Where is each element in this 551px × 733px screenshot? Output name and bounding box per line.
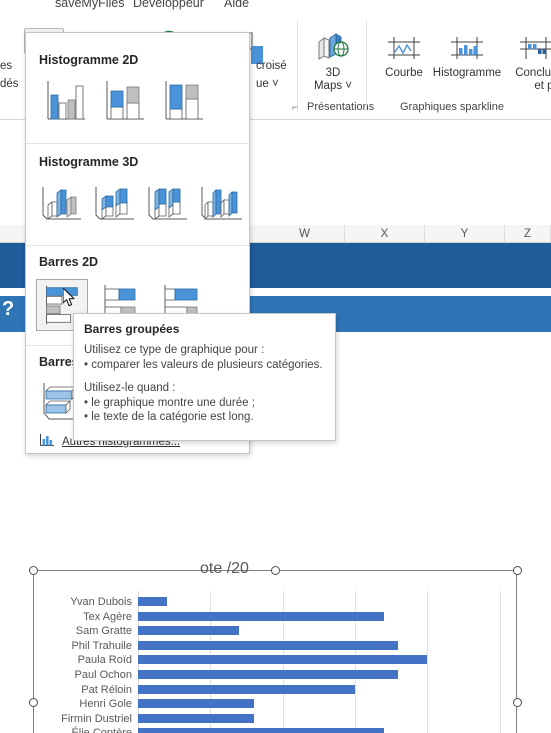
- group-title-sparklines: Graphiques sparkline: [400, 101, 504, 113]
- gallery-thumb-histogramme-3d-empile[interactable]: [88, 177, 140, 229]
- chart-title[interactable]: ote /20: [200, 560, 249, 578]
- tooltip-line-4: Utilisez-le quand :: [84, 382, 176, 394]
- gallery-thumb-histogramme-2d-groupe[interactable]: [39, 75, 91, 127]
- chart-bar[interactable]: [138, 597, 167, 606]
- chart-bar[interactable]: [138, 655, 428, 665]
- sparkline-column-icon: [448, 37, 486, 66]
- sparkline-winloss-icon: [517, 37, 551, 66]
- chart-handle-middle-right[interactable]: [513, 698, 522, 707]
- 3d-maps-icon: [311, 33, 355, 66]
- truncated-label-es: es: [0, 60, 13, 72]
- mouse-cursor-icon: [62, 287, 77, 313]
- tooltip-title: Barres groupées: [84, 322, 180, 336]
- truncated-label-croise: croisé: [256, 60, 287, 72]
- chart-category-label: Tex Agère: [83, 610, 132, 623]
- chart-category-label: Henri Gole: [79, 698, 132, 711]
- chart-handle-top-center[interactable]: [271, 566, 280, 575]
- gallery-section-title-histogramme-3d: Histogramme 3D: [39, 155, 139, 169]
- chart-bar-row[interactable]: Firmin Dustriel: [61, 712, 514, 726]
- column-header-x[interactable]: X: [345, 225, 425, 243]
- sparkline-line-label: Courbe: [385, 67, 423, 79]
- question-mark-cell-text: ?: [2, 298, 15, 320]
- column-header-z[interactable]: Z: [505, 225, 551, 243]
- sparkline-column-label: Histogramme: [432, 67, 502, 79]
- gallery-thumb-histogramme-2d-empile[interactable]: [98, 75, 150, 127]
- tooltip-spacer: [84, 372, 325, 381]
- truncated-label-ue[interactable]: ue ˅: [256, 78, 279, 90]
- sparkline-line-button[interactable]: Courbe: [373, 34, 435, 80]
- 3d-maps-label-line1: 3D: [325, 67, 341, 79]
- sparkline-winloss-button[interactable]: Conclus et pert: [505, 34, 551, 93]
- chart-bar-row[interactable]: Sam Gratte: [76, 624, 514, 638]
- chart-category-label: Sam Gratte: [75, 625, 132, 638]
- truncated-label-des: dés: [0, 78, 19, 90]
- ribbon-tab-savemyfiles[interactable]: saveMyFiles: [55, 0, 124, 10]
- gallery-thumb-histogramme-3d-empile-100[interactable]: [141, 177, 193, 229]
- chart-bar[interactable]: [138, 699, 254, 709]
- chart-bar[interactable]: [138, 626, 240, 636]
- chart-bar[interactable]: [138, 640, 399, 650]
- chart-bar-row[interactable]: Phil Trahuile: [71, 639, 514, 653]
- sparkline-winloss-label-line1: Conclus: [515, 67, 551, 79]
- column-header-y[interactable]: Y: [425, 225, 505, 243]
- gallery-thumb-histogramme-3d-groupe[interactable]: [35, 177, 87, 229]
- chart-bar[interactable]: [138, 684, 355, 694]
- chart-category-label: Paul Ochon: [74, 669, 132, 681]
- tooltip-line-1: Utilisez ce type de graphique pour :: [84, 344, 265, 356]
- histogram-icon: [39, 433, 55, 450]
- ribbon-tab-developpeur[interactable]: Développeur: [133, 0, 204, 10]
- chart-bar-row[interactable]: Tex Agère: [83, 610, 514, 624]
- chart-bar[interactable]: [138, 713, 254, 723]
- chart-bar-row[interactable]: Paul Ochon: [75, 668, 514, 682]
- chart-category-label: Yvan Dubois: [70, 596, 132, 608]
- chart-bar-row[interactable]: Yvan Dubois: [70, 595, 514, 609]
- chart-bar-row[interactable]: Henri Gole: [79, 697, 514, 711]
- gallery-thumb-histogramme-3d-3d[interactable]: [194, 177, 246, 229]
- chart-plot-area: Yvan Dubois Tex Agère Sam Gratte Phil Trahu…: [34, 591, 518, 733]
- sparkline-winloss-label-line2: et pert: [534, 80, 551, 92]
- sparkline-line-icon: [385, 37, 423, 66]
- gallery-section-title-histogramme-2d: Histogramme 2D: [39, 53, 139, 67]
- tooltip-line-5: • le graphique montre une durée ;: [84, 396, 255, 409]
- chart-bar-row[interactable]: Élie Coptère: [71, 726, 514, 733]
- gallery-section-title-barres-2d: Barres 2D: [39, 255, 99, 269]
- sparkline-column-button[interactable]: Histogramme: [427, 34, 507, 80]
- ribbon-tab-aide[interactable]: Aide: [224, 0, 249, 10]
- chart-bar-row[interactable]: Pat Réloin: [81, 683, 514, 697]
- gallery-thumb-histogramme-2d-empile-100[interactable]: [157, 75, 209, 127]
- ribbon-tab-strip: saveMyFiles Développeur Aide: [0, 0, 551, 16]
- tooltip-line-2: • comparer les valeurs de plusieurs caté…: [84, 358, 323, 371]
- chart-handle-top-left[interactable]: [29, 566, 38, 575]
- chart-bar-row[interactable]: Paula Roïd: [78, 653, 514, 667]
- chart-bar[interactable]: [138, 728, 384, 733]
- chart-handle-top-right[interactable]: [513, 566, 522, 575]
- chart-object[interactable]: Yvan Dubois Tex Agère Sam Gratte Phil Trahu…: [33, 570, 517, 733]
- chart-handle-middle-left[interactable]: [29, 698, 38, 707]
- 3d-maps-button[interactable]: 3D Maps ˅: [305, 32, 361, 93]
- chart-category-label: Paula Roïd: [77, 654, 132, 667]
- chart-bar[interactable]: [138, 611, 384, 621]
- chart-category-label: Élie Coptère: [71, 726, 138, 733]
- chart-category-label: Pat Réloin: [81, 683, 132, 696]
- chart-category-label: Phil Trahuile: [71, 639, 132, 652]
- chart-bar[interactable]: [138, 670, 399, 679]
- group-title-presentations: Présentations: [307, 101, 375, 113]
- tooltip-line-6: • le texte de la catégorie est long.: [84, 411, 254, 423]
- chart-category-label: Firmin Dustriel: [61, 712, 132, 725]
- 3d-maps-label-line2: Maps ˅: [313, 80, 353, 92]
- chart-type-tooltip: Barres groupées Utilisez ce type de grap…: [73, 313, 336, 441]
- column-header-w[interactable]: W: [265, 225, 345, 243]
